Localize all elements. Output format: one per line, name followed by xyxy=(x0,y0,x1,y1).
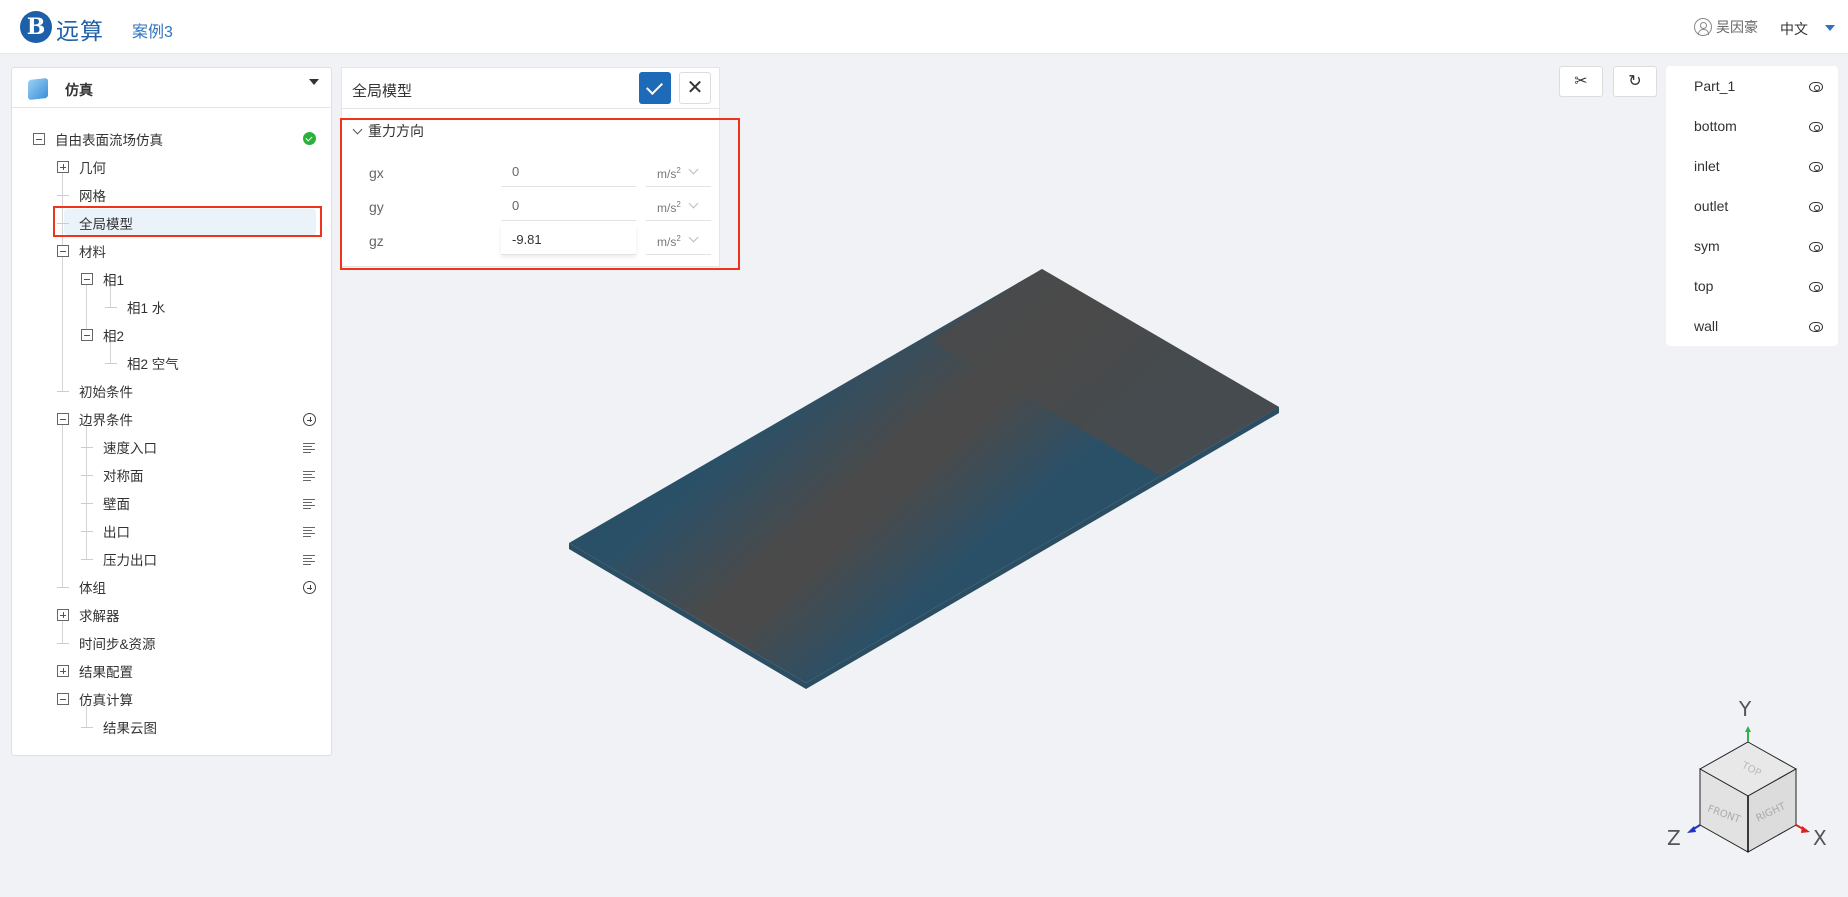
eye-icon[interactable] xyxy=(1809,82,1823,92)
scissors-icon: ✂ xyxy=(1574,73,1588,90)
z-axis-label: Z xyxy=(1667,826,1681,850)
eye-icon[interactable] xyxy=(1809,202,1823,212)
reset-view-button[interactable]: ↻ xyxy=(1613,66,1657,97)
part-item[interactable]: Part_1 xyxy=(1666,68,1838,108)
part-name: bottom xyxy=(1694,118,1737,134)
x-axis-label: X xyxy=(1813,826,1827,850)
eye-icon[interactable] xyxy=(1809,242,1823,252)
part-item[interactable]: inlet xyxy=(1666,148,1838,188)
part-name: inlet xyxy=(1694,158,1720,174)
part-name: Part_1 xyxy=(1694,78,1736,94)
eye-icon[interactable] xyxy=(1809,122,1823,132)
part-item[interactable]: sym xyxy=(1666,228,1838,268)
eye-icon[interactable] xyxy=(1809,322,1823,332)
part-name: wall xyxy=(1694,318,1719,334)
plate-top-surface xyxy=(569,269,1279,683)
part-name: outlet xyxy=(1694,198,1729,214)
eye-icon[interactable] xyxy=(1809,162,1823,172)
eye-icon[interactable] xyxy=(1809,282,1823,292)
z-axis-arrowhead xyxy=(1687,826,1696,833)
clip-button[interactable]: ✂ xyxy=(1559,66,1603,97)
part-item[interactable]: outlet xyxy=(1666,188,1838,228)
part-item[interactable]: bottom xyxy=(1666,108,1838,148)
part-name: top xyxy=(1694,278,1714,294)
part-item[interactable]: top xyxy=(1666,268,1838,308)
rotate-icon: ↻ xyxy=(1628,73,1642,90)
3d-viewport[interactable] xyxy=(0,0,1848,897)
parts-visibility-panel: Part_1bottom inlet outlet sym top wall xyxy=(1666,66,1838,346)
y-axis-label: Y xyxy=(1739,697,1752,721)
part-name: sym xyxy=(1694,238,1720,254)
x-axis-arrowhead xyxy=(1801,826,1810,833)
part-item[interactable]: wall xyxy=(1666,308,1838,348)
y-axis-arrowhead xyxy=(1745,726,1751,732)
